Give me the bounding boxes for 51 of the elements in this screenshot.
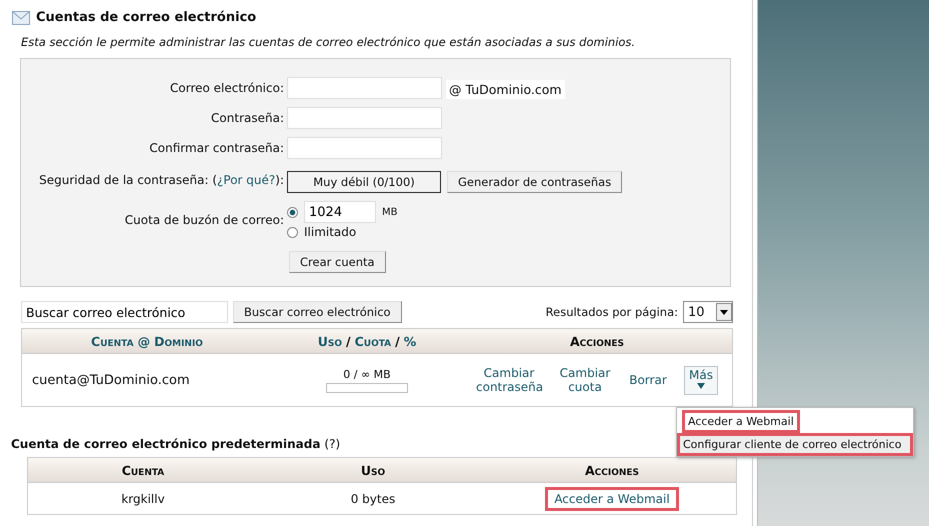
- quota-field[interactable]: 1024: [304, 201, 376, 223]
- column-header: Acciones: [570, 334, 624, 348]
- field-label: Contraseña:: [210, 111, 285, 125]
- column-header: /: [346, 334, 351, 348]
- radio-button[interactable]: [287, 226, 298, 238]
- column-header[interactable]: %: [404, 334, 416, 348]
- search-button[interactable]: Buscar correo electrónico: [233, 301, 402, 323]
- input-field[interactable]: [287, 107, 442, 129]
- input-field[interactable]: [287, 137, 442, 159]
- more-button[interactable]: Más: [684, 366, 718, 394]
- create-account-button[interactable]: Crear cuenta: [289, 251, 386, 273]
- field-label: Confirmar contraseña:: [148, 141, 285, 155]
- usage-text: 0 / ∞ MB: [343, 368, 391, 380]
- envelope-icon: [12, 10, 30, 24]
- field-label: Seguridad de la contraseña: (¿Por qué?):: [38, 173, 285, 187]
- section-title: Cuenta de correo electrónico predeterminada: [11, 437, 320, 451]
- caret-icon: [696, 382, 706, 390]
- account-cell: krgkillv: [121, 492, 165, 506]
- generator-button[interactable]: Generador de contraseñas: [447, 171, 622, 193]
- column-header: /: [395, 334, 400, 348]
- domain-label: @ TuDominio.com: [446, 80, 565, 99]
- column-header[interactable]: Dominio: [154, 334, 203, 348]
- help-link[interactable]: (?): [324, 437, 340, 451]
- column-header[interactable]: Cuota: [354, 334, 392, 348]
- usage-cell: 0 bytes: [350, 492, 396, 506]
- per-page-label: Resultados por página:: [546, 305, 678, 319]
- section-title: Cuentas de correo electrónico: [36, 10, 256, 25]
- radio-button[interactable]: [287, 206, 298, 218]
- search-field[interactable]: Buscar correo electrónico: [21, 301, 228, 323]
- column-header: Cuenta: [122, 462, 164, 478]
- account-cell: cuenta@TuDominio.com: [32, 372, 190, 388]
- column-header: Acciones: [584, 462, 640, 478]
- action-link[interactable]: Cambiar contraseña: [476, 366, 542, 394]
- webmail-link[interactable]: Acceder a Webmail: [545, 486, 679, 510]
- column-header[interactable]: @: [138, 334, 150, 348]
- menu-item[interactable]: Acceder a Webmail: [682, 410, 800, 433]
- per-page-select[interactable]: 10: [683, 301, 733, 323]
- unit-label: MB: [382, 206, 398, 218]
- action-link[interactable]: Cambiar cuota: [552, 366, 618, 394]
- input-field[interactable]: [287, 76, 442, 98]
- why-link[interactable]: ¿Por qué?: [217, 173, 276, 187]
- field-label: Correo electrónico:: [169, 80, 285, 94]
- radio-label: Ilimitado: [304, 225, 356, 239]
- column-header: Uso: [360, 462, 386, 478]
- strength-meter: Muy débil (0/100): [287, 171, 441, 193]
- menu-item[interactable]: Configurar cliente de correo electrónico: [677, 433, 913, 456]
- section-description: Esta sección le permite administrar las cuentas de correo electrónico que están asociadas a sus dominios.: [21, 35, 636, 49]
- column-header[interactable]: Cuenta: [91, 334, 134, 348]
- column-header[interactable]: Uso: [318, 334, 342, 348]
- action-link[interactable]: Borrar: [628, 373, 668, 387]
- field-label: Cuota de buzón de correo:: [124, 213, 285, 227]
